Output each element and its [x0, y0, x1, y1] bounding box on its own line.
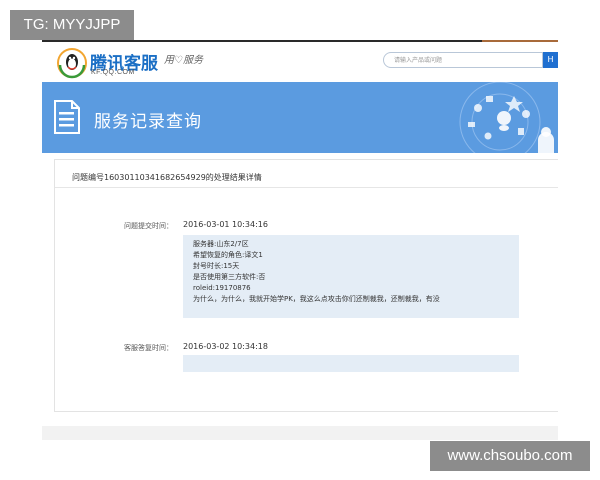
logo-subtext: KF.QQ.COM [91, 69, 135, 76]
reply-content [183, 355, 519, 372]
detail-role: 希望恢复的角色:译文1 [193, 251, 263, 259]
submission-details: 服务器:山东2/7区 希望恢复的角色:译文1 封号时长:15天 是否使用第三方软… [183, 235, 519, 318]
logo-slogan: 用♡服务 [164, 55, 203, 66]
service-icons-cluster [459, 82, 554, 153]
detail-server: 服务器:山东2/7区 [193, 240, 249, 248]
top-border-accent [482, 40, 558, 42]
document-list-icon [54, 100, 80, 134]
submit-time-label: 问题提交时间： [124, 222, 173, 230]
qq-penguin-logo-icon [57, 48, 87, 79]
record-title: 问题编号16030110341682654929的处理结果详情 [72, 173, 262, 182]
watermark-bottom-right: www.chsoubo.com [430, 441, 590, 471]
footer-band [42, 426, 558, 440]
top-border [42, 40, 558, 42]
reply-time-value: 2016-03-02 10:34:18 [183, 342, 268, 351]
detail-roleid: roleid:19170876 [193, 284, 251, 292]
service-record-page: 腾讯客服 KF.QQ.COM 用♡服务 请输入产品或问题 H 服务记录查询 问题… [42, 40, 558, 440]
divider [55, 187, 558, 188]
reply-time-label: 客服答复时间： [124, 344, 173, 352]
page-title: 服务记录查询 [94, 112, 202, 132]
search-input[interactable]: 请输入产品或问题 [383, 52, 543, 68]
site-logo[interactable]: 腾讯客服 KF.QQ.COM 用♡服务 [56, 47, 236, 81]
page-banner: 服务记录查询 [42, 82, 558, 153]
detail-description: 为什么，为什么，我就开始学PK，我这么点攻击你们还制裁我，还制裁我，有没 [193, 295, 440, 303]
submit-time-value: 2016-03-01 10:34:16 [183, 220, 268, 229]
detail-ban-duration: 封号时长:15天 [193, 262, 240, 270]
record-detail-card: 问题编号16030110341682654929的处理结果详情 问题提交时间： … [54, 159, 558, 412]
detail-third-party: 是否使用第三方软件:否 [193, 273, 266, 281]
search-button[interactable]: H [543, 52, 558, 68]
watermark-top-left: TG: MYYJJPP [10, 10, 134, 40]
